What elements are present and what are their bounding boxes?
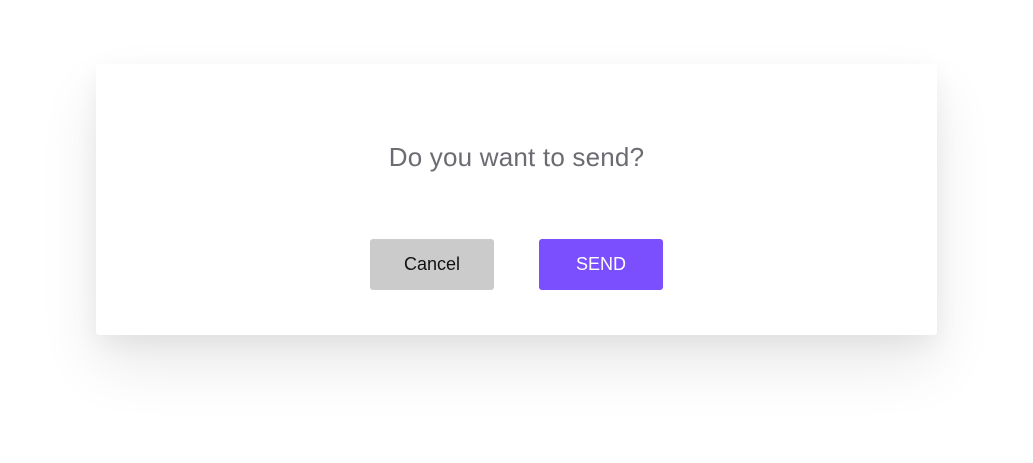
dialog-question: Do you want to send? — [388, 142, 645, 172]
page-background: Do you want to send? Cancel SEND — [0, 0, 1033, 463]
send-button[interactable]: SEND — [539, 239, 663, 290]
confirm-dialog: Do you want to send? Cancel SEND — [96, 64, 937, 335]
cancel-button[interactable]: Cancel — [370, 239, 494, 290]
